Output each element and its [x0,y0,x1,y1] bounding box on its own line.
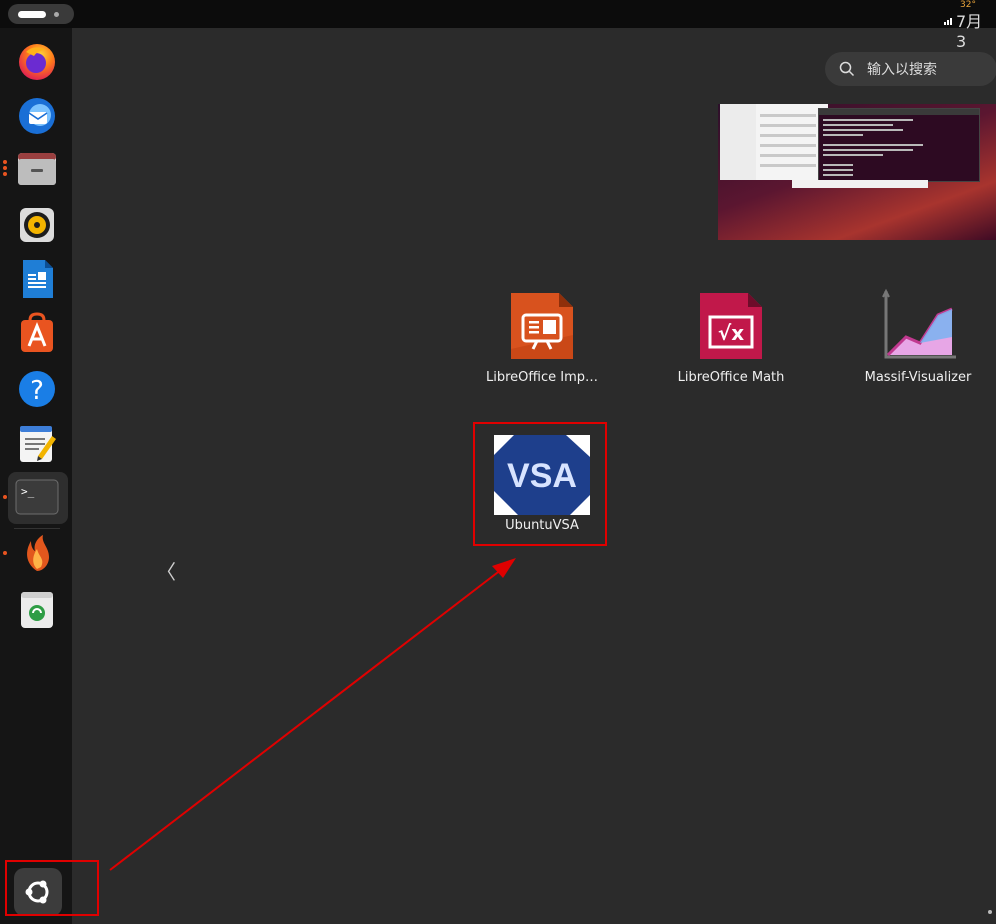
workspace-indicator-active [18,11,46,18]
running-indicator [3,172,7,176]
writer-icon [23,260,53,298]
terminal-glyph: >_ [21,485,35,498]
dock-item-help[interactable]: ? [14,366,60,412]
app-massif-visualizer[interactable]: Massif-Visualizer [843,286,993,396]
rhythmbox-icon [20,208,54,242]
top-bar: 32° 7月3 [0,0,996,51]
dock-item-flame-app[interactable] [3,530,60,576]
app-libreoffice-impress[interactable]: LibreOffice Imp… [467,286,617,396]
files-icon [18,153,56,185]
corner-indicator [988,910,992,914]
text-editor-icon [20,426,56,462]
files-window-thumbnail [720,104,828,180]
dock: ? >_ [0,28,72,924]
dock-item-files[interactable] [3,146,60,192]
trash-icon [21,592,53,628]
workspace-indicator-dot [54,12,59,17]
dock-item-writer[interactable] [14,256,60,302]
app-label: Massif-Visualizer [864,370,972,385]
workspace-thumbnail[interactable] [718,104,996,240]
annotation-highlight-ubuntuvsa [473,422,607,546]
firefox-icon [19,44,55,80]
libreoffice-math-icon: √x [700,293,762,359]
terminal-window-thumbnail [818,108,980,182]
previous-page-button[interactable]: 〈 [156,560,176,584]
app-label: LibreOffice Math [677,370,785,385]
dock-separator [14,528,60,529]
clock-text[interactable]: 7月3 [956,8,990,51]
flame-icon [27,535,49,571]
signal-icon [944,6,953,25]
help-icon: ? [19,371,55,407]
dialog-window-thumbnail [792,180,928,188]
search-box[interactable] [825,52,996,86]
search-icon [839,61,855,77]
search-input[interactable] [865,58,989,82]
dock-item-thunderbird[interactable] [14,92,60,138]
activities-button[interactable] [8,4,74,24]
annotation-highlight-show-apps [5,860,99,916]
dock-item-terminal[interactable]: >_ [3,474,60,520]
running-indicator [3,160,7,164]
help-glyph: ? [30,376,44,406]
dock-item-rhythmbox[interactable] [14,202,60,248]
math-glyph: √x [718,321,744,345]
dock-item-text-editor[interactable] [14,420,60,466]
massif-visualizer-icon [882,288,956,359]
dock-item-firefox[interactable] [14,38,60,84]
running-indicator [3,551,7,555]
libreoffice-impress-icon [511,293,573,359]
dock-item-trash[interactable] [14,586,60,632]
running-indicator [3,166,7,170]
app-label: LibreOffice Imp… [486,370,598,385]
dock-item-ubuntu-software[interactable] [14,310,60,356]
app-libreoffice-math[interactable]: √x LibreOffice Math [656,286,806,396]
software-icon [21,312,53,352]
running-indicator [3,495,7,499]
thunderbird-icon [19,98,55,134]
terminal-icon: >_ [15,479,59,515]
system-tray[interactable]: 32° 7月3 [942,0,990,51]
